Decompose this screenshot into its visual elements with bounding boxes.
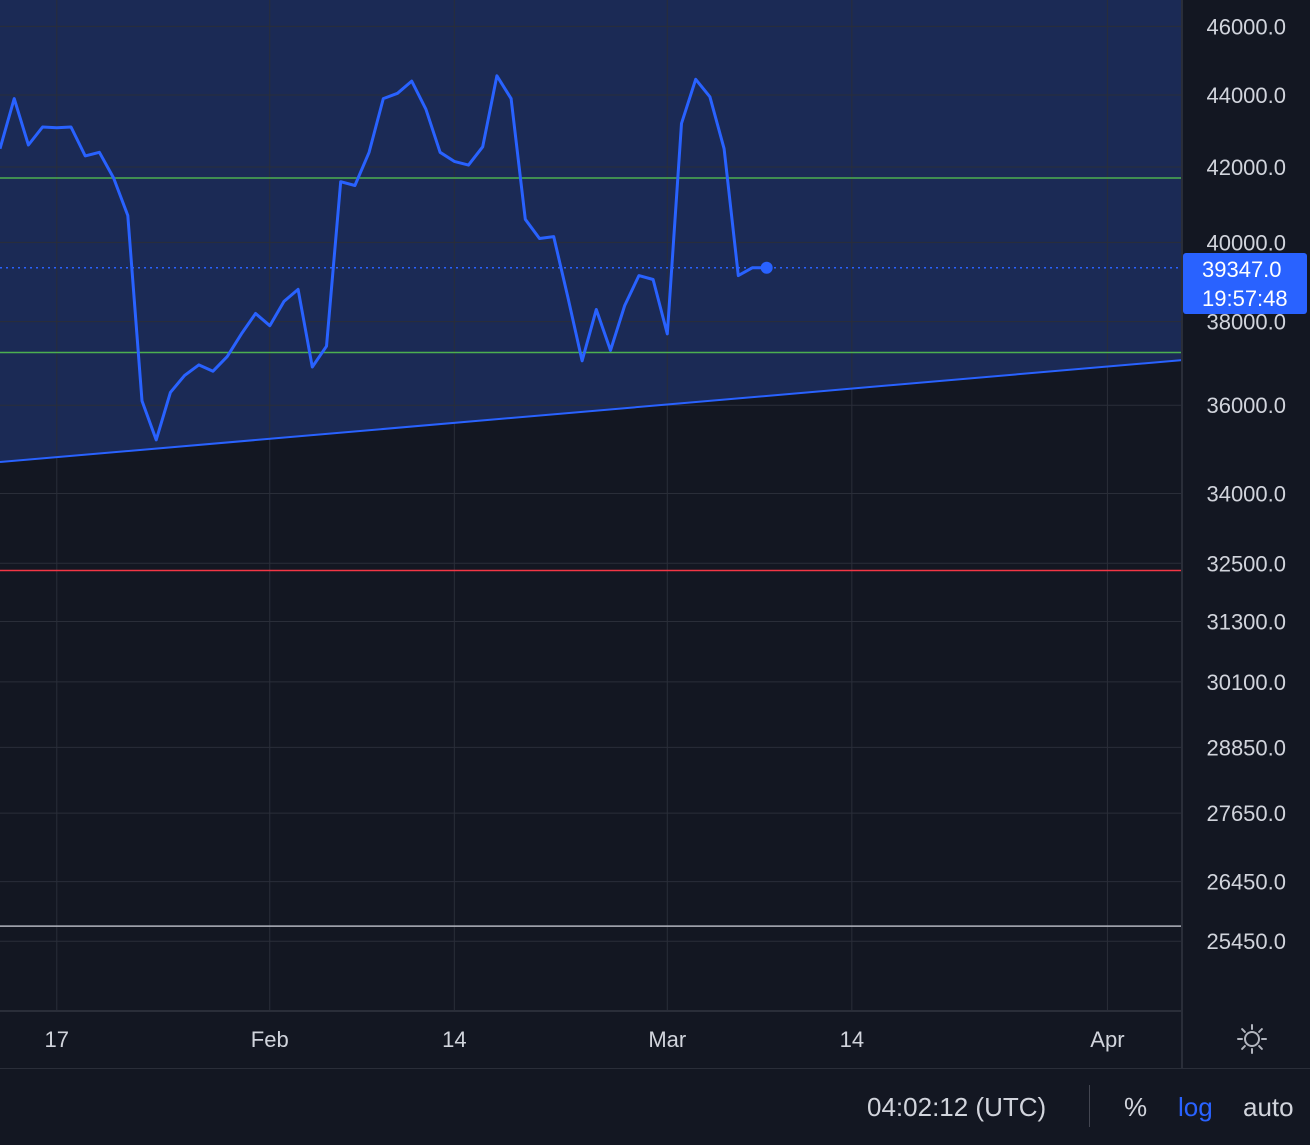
time-tick-label: Mar [648,1027,686,1052]
utc-clock[interactable]: 04:02:12 (UTC) [867,1069,1046,1135]
auto-scale-button[interactable]: auto [1243,1069,1294,1135]
time-tick-label: 14 [840,1027,864,1052]
price-tick-label: 36000.0 [1206,393,1286,418]
percent-scale-button[interactable]: % [1124,1069,1147,1135]
countdown-label: 19:57:48 [1202,286,1288,311]
gear-icon[interactable] [1236,1023,1268,1055]
price-tick-label: 44000.0 [1206,83,1286,108]
price-tick-label: 46000.0 [1206,14,1286,39]
bottom-toolbar: 04:02:12 (UTC) % log auto [0,1068,1310,1134]
price-tick-label: 26450.0 [1206,870,1286,895]
price-tick-label: 40000.0 [1206,230,1286,255]
time-tick-label: Apr [1090,1027,1124,1052]
last-price-label: 39347.0 [1202,257,1282,282]
last-price-badge: 39347.0 19:57:48 [1183,253,1307,314]
time-tick-label: 14 [442,1027,466,1052]
price-tick-label: 31300.0 [1206,609,1286,634]
last-price-point [760,261,773,274]
toolbar-divider [1089,1085,1090,1127]
price-tick-label: 25450.0 [1206,929,1286,954]
price-tick-label: 27650.0 [1206,801,1286,826]
price-tick-label: 42000.0 [1206,155,1286,180]
price-tick-label: 28850.0 [1206,735,1286,760]
price-chart[interactable]: 46000.044000.042000.040000.038000.036000… [0,0,1310,1068]
log-scale-button[interactable]: log [1178,1069,1213,1135]
price-tick-label: 30100.0 [1206,670,1286,695]
price-tick-label: 34000.0 [1206,482,1286,507]
time-tick-label: Feb [251,1027,289,1052]
price-tick-label: 32500.0 [1206,551,1286,576]
time-axis[interactable]: 17 Feb 14 Mar 14 Apr [45,1027,1125,1052]
price-axis[interactable]: 46000.044000.042000.040000.038000.036000… [1206,14,1286,954]
time-tick-label: 17 [45,1027,69,1052]
